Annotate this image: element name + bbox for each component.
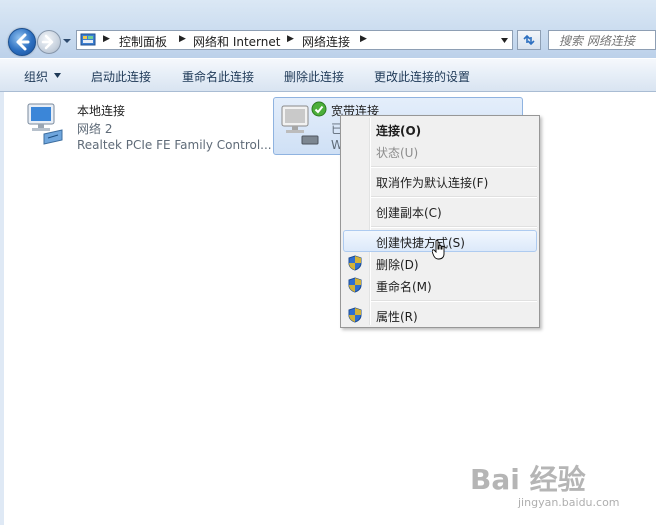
menu-item-label: 取消作为默认连接(F) — [376, 176, 489, 190]
menu-separator — [371, 226, 537, 228]
breadcrumb-separator-icon[interactable]: ▶ — [360, 34, 367, 44]
breadcrumb-separator-icon[interactable]: ▶ — [179, 34, 186, 44]
back-arrow-icon — [16, 33, 30, 51]
hand-cursor-icon — [432, 240, 445, 260]
menu-item-label: 创建快捷方式(S) — [376, 236, 465, 250]
menu-item-label: 重命名(M) — [376, 280, 432, 294]
menu-item-create-copy[interactable]: 创建副本(C) — [343, 200, 537, 222]
shield-icon — [348, 307, 362, 323]
watermark-url: jingyan.baidu.com — [518, 496, 620, 509]
menu-item-label: 状态(U) — [376, 146, 419, 160]
context-menu: 连接(O) 状态(U) 取消作为默认连接(F) 创建副本(C) 创建快捷方式(S… — [340, 115, 540, 328]
chevron-down-icon[interactable] — [54, 73, 61, 78]
rename-connection-button[interactable]: 重命名此连接 — [182, 68, 254, 85]
forward-button[interactable] — [37, 30, 61, 54]
refresh-button[interactable] — [517, 30, 541, 50]
menu-item-cancel-default[interactable]: 取消作为默认连接(F) — [343, 170, 537, 192]
change-settings-button[interactable]: 更改此连接的设置 — [374, 68, 470, 85]
network-adapter-icon — [27, 103, 63, 145]
watermark-brand: Bai 经验 — [470, 463, 586, 496]
search-box[interactable] — [548, 30, 656, 50]
search-input[interactable] — [557, 33, 656, 49]
menu-separator — [371, 196, 537, 198]
breadcrumb-separator-icon[interactable]: ▶ — [287, 34, 294, 44]
connection-network: 网络 2 — [77, 122, 113, 136]
menu-item-rename[interactable]: 重命名(M) — [343, 274, 537, 296]
menu-separator — [371, 300, 537, 302]
enable-connection-button[interactable]: 启动此连接 — [91, 68, 151, 85]
menu-item-label: 删除(D) — [376, 258, 419, 272]
recent-pages-dropdown-icon[interactable] — [62, 37, 72, 45]
menu-item-label: 连接(O) — [376, 124, 422, 138]
back-button[interactable] — [8, 28, 36, 56]
address-bar[interactable]: ▶ 控制面板 ▶ 网络和 Internet ▶ 网络连接 ▶ — [76, 30, 513, 50]
window-left-border — [0, 92, 4, 525]
breadcrumb-separator-icon[interactable]: ▶ — [103, 34, 110, 44]
connected-check-icon — [311, 101, 327, 117]
menu-item-label: 属性(R) — [376, 310, 418, 324]
control-panel-icon — [80, 33, 96, 46]
organize-button[interactable]: 组织 — [24, 68, 48, 85]
forward-arrow-icon — [41, 34, 54, 50]
breadcrumb-network-connections[interactable]: 网络连接 — [302, 33, 350, 50]
menu-item-status: 状态(U) — [343, 140, 537, 162]
connection-name: 本地连接 — [77, 104, 126, 118]
menu-item-label: 创建副本(C) — [376, 206, 442, 220]
connection-adapter: Realtek PCIe FE Family Control... — [77, 138, 272, 152]
menu-separator — [371, 166, 537, 168]
menu-item-connect[interactable]: 连接(O) — [343, 118, 537, 140]
command-bar: 组织 启动此连接 重命名此连接 删除此连接 更改此连接的设置 — [0, 58, 656, 92]
breadcrumb-control-panel[interactable]: 控制面板 — [119, 33, 167, 50]
shield-icon — [348, 277, 362, 293]
refresh-icon — [523, 34, 535, 46]
breadcrumb-network-internet[interactable]: 网络和 Internet — [193, 33, 280, 50]
address-dropdown-icon[interactable] — [501, 38, 508, 43]
delete-connection-button[interactable]: 删除此连接 — [284, 68, 344, 85]
shield-icon — [348, 255, 362, 271]
menu-item-properties[interactable]: 属性(R) — [343, 304, 537, 326]
baidu-watermark: Bai 经验 jingyan.baidu.com — [470, 458, 650, 518]
